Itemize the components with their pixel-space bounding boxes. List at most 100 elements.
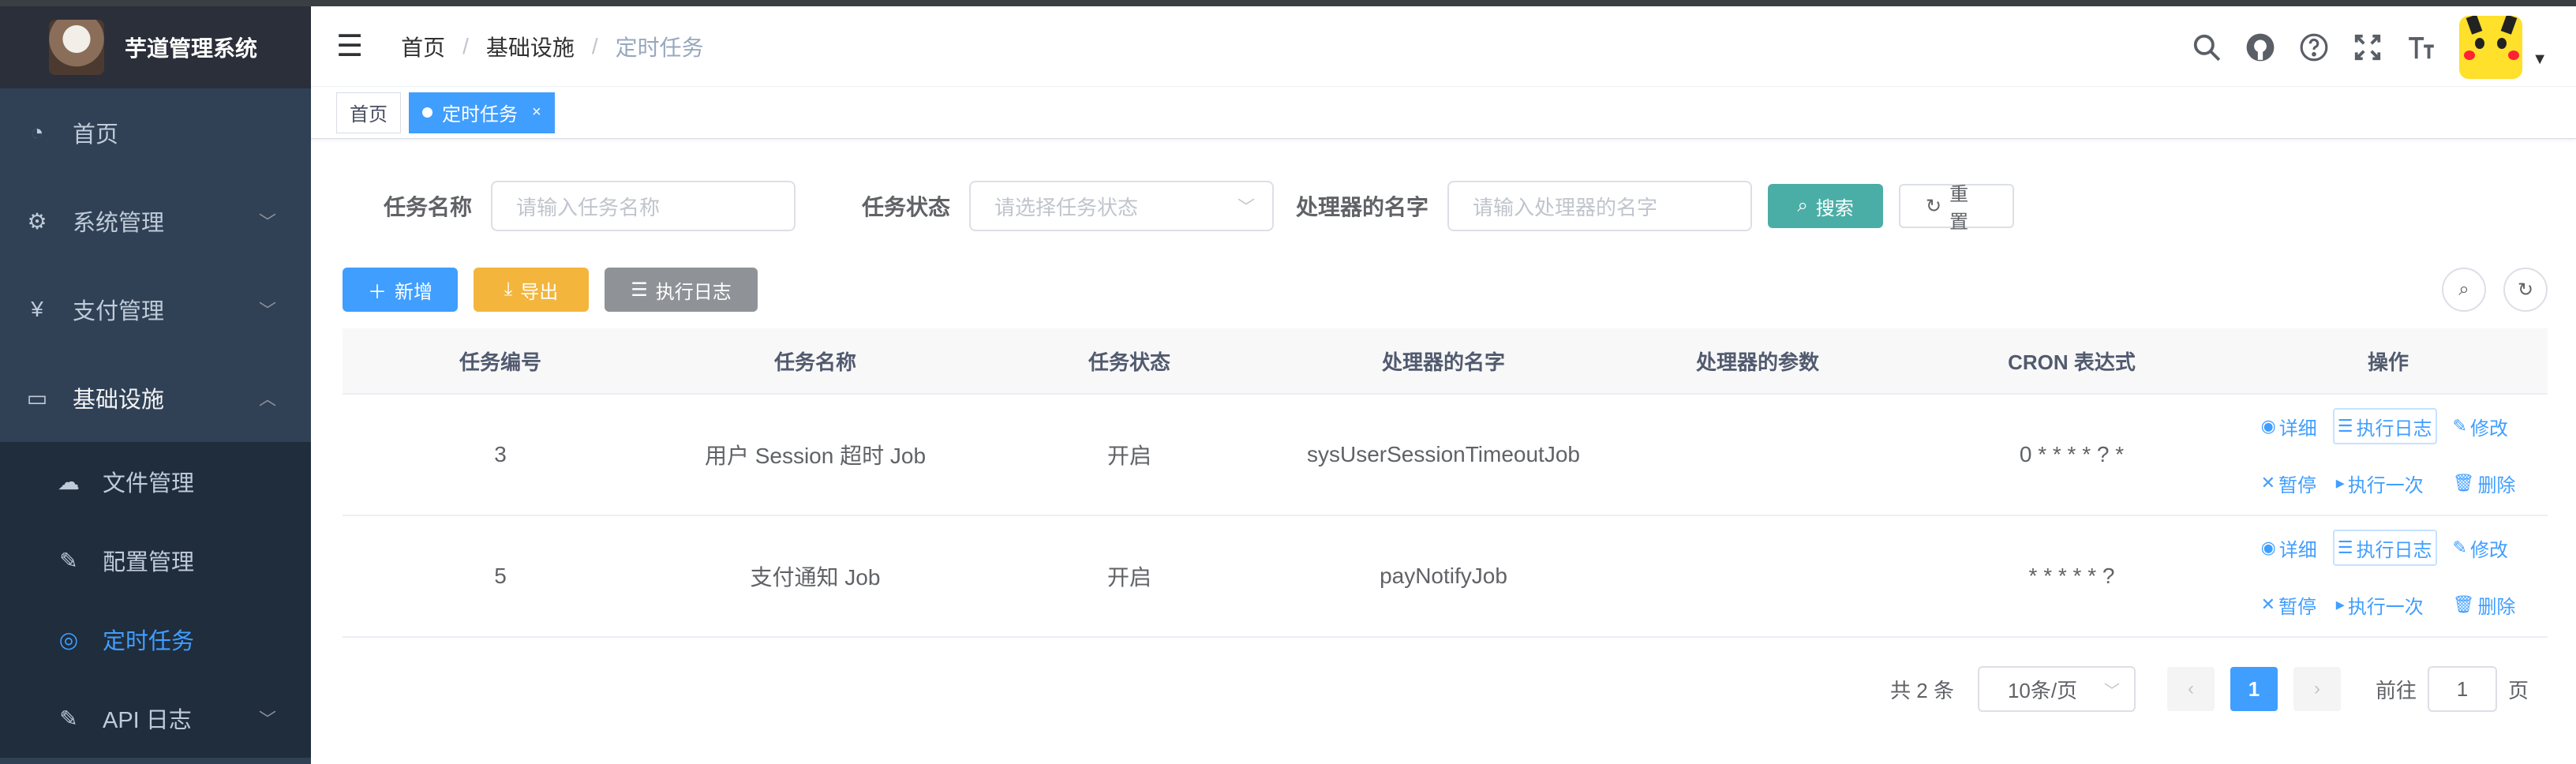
add-button[interactable]: ＋ 新增	[343, 268, 458, 312]
edit-link[interactable]: ✎ 修改	[2450, 408, 2519, 444]
pagination: 共 2 条 10条/页 ﹀ ‹ 1 › 前往 页	[1890, 666, 2529, 712]
cell-param	[1601, 395, 1915, 515]
tag-label: 定时任务	[442, 104, 518, 125]
cell-ops: ◉ 详细 ☰ 执行日志 ✎ 修改 ✕ 暂停 ▸ 执行一次 🗑 删除	[2229, 516, 2548, 636]
app-title: 芋道管理系统	[125, 36, 258, 61]
column-header: CRON 表达式	[2008, 350, 2136, 374]
pause-link[interactable]: ✕ 暂停	[2258, 465, 2320, 501]
prev-page-button[interactable]: ‹	[2166, 667, 2215, 711]
run-once-link[interactable]: ▸ 执行一次	[2333, 586, 2437, 623]
column-header: 处理器的参数	[1695, 350, 1819, 374]
cell-name: 支付通知 Job	[750, 565, 881, 590]
sidebar-item-infra[interactable]: ▭ 基础设施 ︿	[0, 354, 311, 442]
detail-link[interactable]: ◉ 详细	[2258, 530, 2320, 566]
tag-home[interactable]: 首页	[336, 92, 401, 133]
main: ☰ 首页 / 基础设施 / 定时任务 ▼ 首页 定时任务 × 任务名称 请输入任…	[311, 6, 2576, 764]
trash-icon: 🗑	[2452, 594, 2475, 614]
goto-page-input[interactable]	[2427, 666, 2497, 712]
fullscreen-icon[interactable]	[2341, 21, 2394, 74]
sidebar-item-label: 系统管理	[73, 211, 165, 236]
sidebar-item-system[interactable]: ⚙ 系统管理 ﹀	[0, 177, 311, 265]
tags-view: 首页 定时任务 ×	[311, 87, 2576, 139]
job-log-button[interactable]: ☰ 执行日志	[605, 268, 758, 312]
avatar[interactable]	[2459, 16, 2523, 79]
caret-right-icon: ▸	[2335, 473, 2345, 492]
download-icon: ⤓	[504, 279, 513, 300]
search-button[interactable]: ⌕ 搜索	[1768, 184, 1884, 228]
goto-suffix: 页	[2507, 678, 2529, 702]
cell-cron: * * * * * ?	[2028, 564, 2115, 588]
hamburger-icon[interactable]: ☰	[336, 28, 363, 64]
cell-param	[1601, 516, 1915, 636]
export-button[interactable]: ⤓ 导出	[474, 268, 589, 312]
cell-id: 3	[494, 442, 507, 466]
job-icon: ◎	[58, 627, 79, 652]
task-status-select[interactable]: 请选择任务状态 ﹀	[969, 181, 1275, 231]
sliders-icon: ☰	[2337, 416, 2353, 436]
reset-button[interactable]: ↻ 重置	[1899, 184, 2015, 233]
close-icon[interactable]: ×	[532, 103, 541, 122]
eye-icon: ◉	[2260, 416, 2276, 436]
task-name-input[interactable]: 请输入任务名称	[491, 181, 796, 231]
sidebar-item-home[interactable]: ◔ 首页	[0, 88, 311, 177]
chevron-down-icon: ﹀	[258, 710, 276, 729]
plus-icon: ＋	[368, 281, 387, 303]
chevron-down-icon: ﹀	[2103, 682, 2120, 700]
sidebar-item-api-log[interactable]: ✎ API 日志 ﹀	[0, 679, 311, 758]
pause-link[interactable]: ✕ 暂停	[2258, 586, 2320, 623]
toggle-search-button[interactable]: ⌕	[2442, 268, 2486, 312]
window-top-strip	[0, 0, 2576, 6]
sidebar-item-config[interactable]: ✎ 配置管理	[0, 521, 311, 600]
logo[interactable]: 芋道管理系统	[0, 6, 311, 88]
table-header: 任务编号 任务名称 任务状态 处理器的名字 处理器的参数 CRON 表达式 操作	[343, 328, 2548, 395]
job-log-link[interactable]: ☰ 执行日志	[2332, 530, 2437, 566]
gear-icon: ⚙	[27, 208, 47, 234]
column-header: 操作	[2367, 350, 2409, 374]
column-header: 处理器的名字	[1381, 350, 1505, 374]
chevron-down-icon: ﹀	[258, 301, 276, 320]
cell-id: 5	[494, 564, 507, 588]
log-icon: ✎	[59, 706, 78, 731]
font-size-icon[interactable]	[2394, 21, 2448, 74]
chevron-down-icon: ﹀	[258, 212, 276, 232]
edit-icon: ✎	[59, 548, 78, 573]
button-label: 执行日志	[655, 281, 732, 303]
eye-icon: ◉	[2260, 537, 2276, 557]
next-page-button[interactable]: ›	[2293, 667, 2341, 711]
active-dot-icon	[422, 107, 432, 118]
sidebar-item-pay[interactable]: ¥ 支付管理 ﹀	[0, 265, 311, 354]
sidebar-item-label: 配置管理	[103, 550, 195, 575]
run-once-link[interactable]: ▸ 执行一次	[2333, 465, 2437, 501]
edit-link[interactable]: ✎ 修改	[2450, 530, 2519, 566]
logo-image	[49, 20, 104, 75]
refresh-button[interactable]: ↻	[2503, 268, 2548, 312]
tag-current[interactable]: 定时任务 ×	[409, 92, 555, 133]
cell-handler: sysUserSessionTimeoutJob	[1307, 442, 1580, 466]
search-icon[interactable]	[2180, 21, 2233, 74]
github-icon[interactable]	[2233, 21, 2287, 74]
breadcrumb-item[interactable]: 首页	[401, 31, 445, 62]
column-header: 任务编号	[459, 350, 541, 374]
caret-down-icon[interactable]: ▼	[2532, 51, 2548, 69]
cell-cron: 0 * * * * ? *	[2019, 442, 2125, 466]
nav-right: ▼	[2180, 16, 2548, 79]
sidebar-item-job[interactable]: ◎ 定时任务	[0, 600, 311, 679]
sidebar-item-file[interactable]: ☁ 文件管理	[0, 442, 311, 521]
table-row: 3 用户 Session 超时 Job 开启 sysUserSessionTim…	[343, 395, 2548, 516]
sidebar-item-label: 支付管理	[73, 299, 165, 324]
job-log-link[interactable]: ☰ 执行日志	[2332, 408, 2437, 444]
breadcrumb: 首页 / 基础设施 / 定时任务	[401, 31, 704, 62]
button-label: 搜索	[1815, 197, 1854, 219]
breadcrumb-item[interactable]: 基础设施	[486, 31, 575, 62]
help-icon[interactable]	[2287, 21, 2341, 74]
delete-link[interactable]: 🗑 删除	[2450, 586, 2519, 623]
goto-page: 前往 页	[2376, 666, 2529, 712]
handler-input[interactable]: 请输入处理器的名字	[1447, 181, 1753, 231]
delete-link[interactable]: 🗑 删除	[2450, 465, 2519, 501]
page-size-select[interactable]: 10条/页 ﹀	[1977, 666, 2136, 712]
caret-right-icon: ▸	[2335, 594, 2345, 614]
page-number-current[interactable]: 1	[2230, 667, 2278, 711]
monitor-icon: ▭	[26, 385, 48, 410]
handler-label: 处理器的名字	[1296, 195, 1429, 219]
detail-link[interactable]: ◉ 详细	[2258, 408, 2320, 444]
